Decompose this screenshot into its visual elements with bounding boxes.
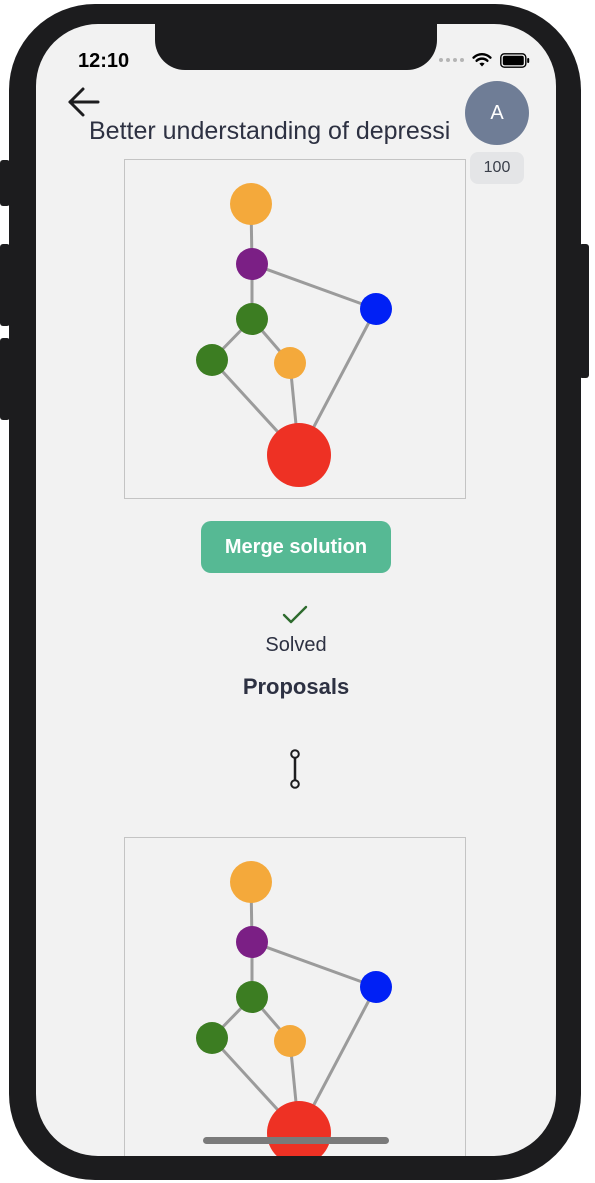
link-icon[interactable] bbox=[285, 749, 305, 789]
proposals-heading: Proposals bbox=[242, 674, 350, 699]
graph-node[interactable] bbox=[236, 981, 268, 1013]
proposal-graph[interactable] bbox=[124, 837, 466, 1156]
solved-status-label: Solved bbox=[265, 634, 327, 656]
graph-node[interactable] bbox=[360, 971, 392, 1003]
graph-node[interactable] bbox=[274, 1025, 306, 1057]
graph-node[interactable] bbox=[230, 861, 272, 903]
graph-node[interactable] bbox=[230, 183, 272, 225]
page-title: Better understanding of depressi bbox=[89, 117, 451, 145]
graph-node[interactable] bbox=[236, 248, 268, 280]
status-icons bbox=[439, 52, 530, 68]
home-indicator bbox=[203, 1137, 389, 1144]
score-badge: 100 bbox=[470, 152, 524, 184]
battery-icon bbox=[500, 52, 530, 68]
signal-dots-icon bbox=[439, 58, 464, 62]
graph-node[interactable] bbox=[196, 1022, 228, 1054]
graph-node[interactable] bbox=[274, 347, 306, 379]
mute-switch bbox=[0, 160, 10, 206]
graph-node[interactable] bbox=[236, 926, 268, 958]
graph-node[interactable] bbox=[267, 423, 331, 487]
arrow-left-icon bbox=[68, 87, 100, 117]
graph-node[interactable] bbox=[236, 303, 268, 335]
notch bbox=[155, 24, 437, 70]
checkmark-icon bbox=[282, 605, 308, 624]
wifi-icon bbox=[472, 53, 492, 67]
avatar[interactable]: A bbox=[465, 81, 529, 145]
graph-node[interactable] bbox=[360, 293, 392, 325]
back-button[interactable] bbox=[66, 84, 102, 120]
merge-solution-button[interactable]: Merge solution bbox=[201, 521, 391, 573]
app-screen: 12:10 Better understanding of depressi A… bbox=[36, 24, 556, 1156]
power-button bbox=[579, 244, 589, 378]
proposal-graph-canvas bbox=[196, 861, 392, 1156]
solution-graph[interactable] bbox=[124, 159, 466, 499]
graph-edge bbox=[251, 262, 377, 311]
volume-down-button bbox=[0, 338, 10, 420]
graph-node[interactable] bbox=[196, 344, 228, 376]
volume-up-button bbox=[0, 244, 10, 326]
graph-edge bbox=[251, 940, 377, 989]
solution-graph-canvas bbox=[196, 183, 392, 487]
avatar-initial: A bbox=[490, 101, 504, 124]
status-time: 12:10 bbox=[78, 50, 130, 72]
